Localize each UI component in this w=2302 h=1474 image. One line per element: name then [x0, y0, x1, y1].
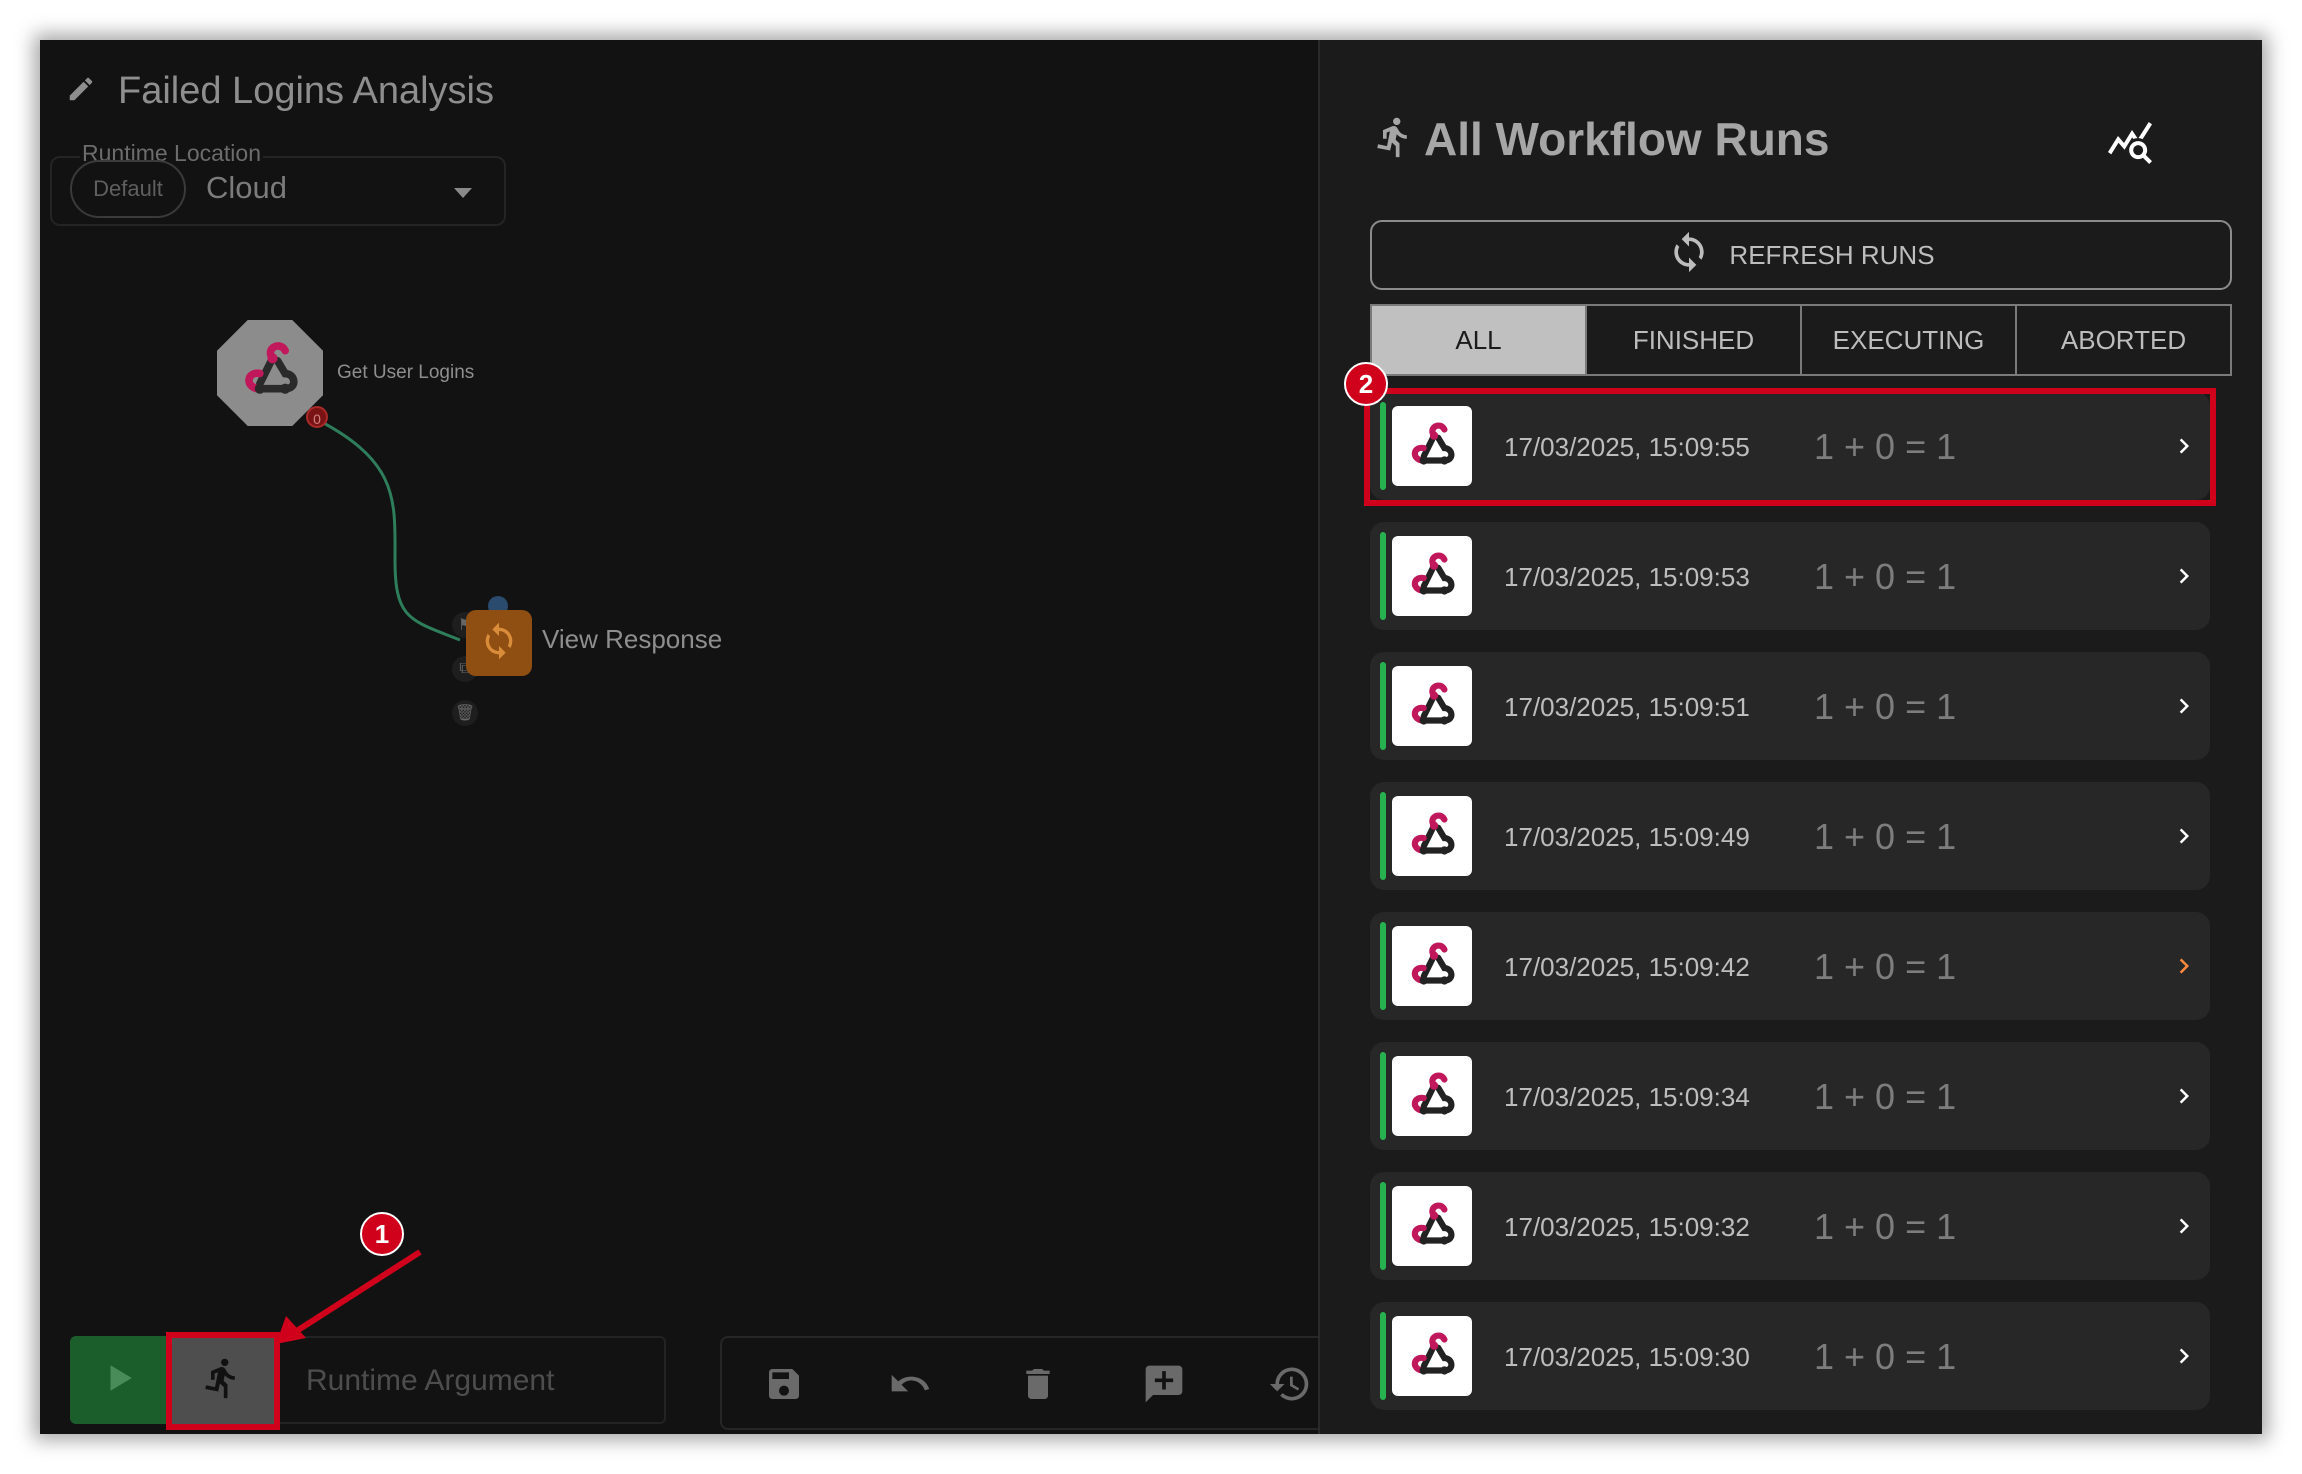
- node-label: Get User Logins: [337, 362, 475, 383]
- run-timestamp: 17/03/2025, 15:09:49: [1504, 822, 1750, 852]
- running-person-icon: [1372, 113, 1416, 166]
- add-comment-icon[interactable]: [1142, 1362, 1186, 1406]
- node-error-badge: 0: [306, 406, 328, 428]
- run-status-tabs: ALL FINISHED EXECUTING ABORTED: [1370, 304, 2232, 376]
- status-indicator: [1380, 792, 1386, 880]
- panel-title-row: All Workflow Runs: [1372, 112, 1830, 166]
- run-timestamp: 17/03/2025, 15:09:51: [1504, 692, 1750, 722]
- run-row[interactable]: 17/03/2025, 15:09:53 1 + 0 = 1: [1370, 522, 2210, 630]
- status-indicator: [1380, 532, 1386, 620]
- status-indicator: [1380, 922, 1386, 1010]
- tab-all[interactable]: ALL: [1372, 306, 1585, 374]
- run-timestamp: 17/03/2025, 15:09:53: [1504, 562, 1750, 592]
- status-indicator: [1380, 1052, 1386, 1140]
- webhook-icon: [1392, 666, 1472, 746]
- action-node-view-response[interactable]: [466, 610, 532, 676]
- webhook-icon: [1392, 796, 1472, 876]
- chevron-right-icon[interactable]: [2166, 818, 2202, 854]
- runtime-argument-placeholder: Runtime Argument: [306, 1364, 555, 1397]
- run-timestamp: 17/03/2025, 15:09:42: [1504, 952, 1750, 982]
- chevron-right-icon[interactable]: [2166, 1338, 2202, 1374]
- play-icon: [102, 1361, 136, 1400]
- run-row[interactable]: 17/03/2025, 15:09:30 1 + 0 = 1: [1370, 1302, 2210, 1410]
- chevron-right-icon[interactable]: [2166, 948, 2202, 984]
- history-icon[interactable]: [1268, 1362, 1312, 1406]
- refresh-icon: [1667, 230, 1711, 281]
- run-node-count: 1 + 0 = 1: [1814, 1336, 1957, 1377]
- status-indicator: [1380, 1312, 1386, 1400]
- highlight-latest-run: [1364, 388, 2216, 506]
- refresh-runs-label: REFRESH RUNS: [1729, 239, 1935, 270]
- status-indicator: [1380, 1182, 1386, 1270]
- node-label: View Response: [542, 624, 723, 654]
- run-timestamp: 17/03/2025, 15:09:34: [1504, 1082, 1750, 1112]
- runs-list: 17/03/2025, 15:09:55 1 + 0 = 1 17/03/2025,…: [1370, 392, 2210, 1432]
- run-node-count: 1 + 0 = 1: [1814, 1206, 1957, 1247]
- insights-button[interactable]: [2102, 116, 2158, 172]
- annotation-arrow: [276, 1249, 422, 1344]
- webhook-icon: [1392, 1316, 1472, 1396]
- run-timestamp: 17/03/2025, 15:09:32: [1504, 1212, 1750, 1242]
- run-workflow-button[interactable]: [70, 1336, 168, 1424]
- tab-aborted[interactable]: ABORTED: [2015, 306, 2230, 374]
- run-row[interactable]: 17/03/2025, 15:09:34 1 + 0 = 1: [1370, 1042, 2210, 1150]
- run-row[interactable]: 17/03/2025, 15:09:51 1 + 0 = 1: [1370, 652, 2210, 760]
- save-icon[interactable]: [762, 1362, 806, 1406]
- delete-icon[interactable]: [1016, 1362, 1060, 1406]
- highlight-run-button: [166, 1332, 280, 1430]
- run-row[interactable]: 17/03/2025, 15:09:49 1 + 0 = 1: [1370, 782, 2210, 890]
- panel-title: All Workflow Runs: [1424, 113, 1830, 165]
- chevron-right-icon[interactable]: [2166, 558, 2202, 594]
- run-node-count: 1 + 0 = 1: [1814, 1076, 1957, 1117]
- chevron-right-icon[interactable]: [2166, 1078, 2202, 1114]
- chevron-right-icon[interactable]: [2166, 1208, 2202, 1244]
- tab-finished[interactable]: FINISHED: [1585, 306, 1800, 374]
- app-window: Failed Logins Analysis Runtime Location …: [40, 40, 2262, 1434]
- annotation-marker-2: 2: [1344, 362, 1388, 406]
- webhook-icon: [1392, 926, 1472, 1006]
- undo-icon[interactable]: [888, 1362, 932, 1406]
- run-row[interactable]: 17/03/2025, 15:09:32 1 + 0 = 1: [1370, 1172, 2210, 1280]
- webhook-icon: [232, 333, 308, 414]
- webhook-icon: [1392, 1056, 1472, 1136]
- sync-icon: [479, 621, 519, 666]
- workflow-editor-canvas[interactable]: Failed Logins Analysis Runtime Location …: [40, 40, 1344, 1434]
- run-node-count: 1 + 0 = 1: [1814, 556, 1957, 597]
- chevron-right-icon[interactable]: [2166, 688, 2202, 724]
- run-node-count: 1 + 0 = 1: [1814, 686, 1957, 727]
- webhook-icon: [1392, 1186, 1472, 1266]
- tab-executing[interactable]: EXECUTING: [1800, 306, 2015, 374]
- status-indicator: [1380, 662, 1386, 750]
- delete-icon[interactable]: 🗑: [452, 700, 478, 726]
- workflow-runs-panel: All Workflow Runs REFRESH RUNS ALL FINIS…: [1318, 40, 2262, 1434]
- run-timestamp: 17/03/2025, 15:09:30: [1504, 1342, 1750, 1372]
- run-node-count: 1 + 0 = 1: [1814, 946, 1957, 987]
- run-node-count: 1 + 0 = 1: [1814, 816, 1957, 857]
- run-row[interactable]: 17/03/2025, 15:09:42 1 + 0 = 1: [1370, 912, 2210, 1020]
- webhook-icon: [1392, 536, 1472, 616]
- refresh-runs-button[interactable]: REFRESH RUNS: [1370, 220, 2232, 290]
- query-stats-icon: [2106, 118, 2154, 171]
- annotation-marker-1: 1: [360, 1212, 404, 1256]
